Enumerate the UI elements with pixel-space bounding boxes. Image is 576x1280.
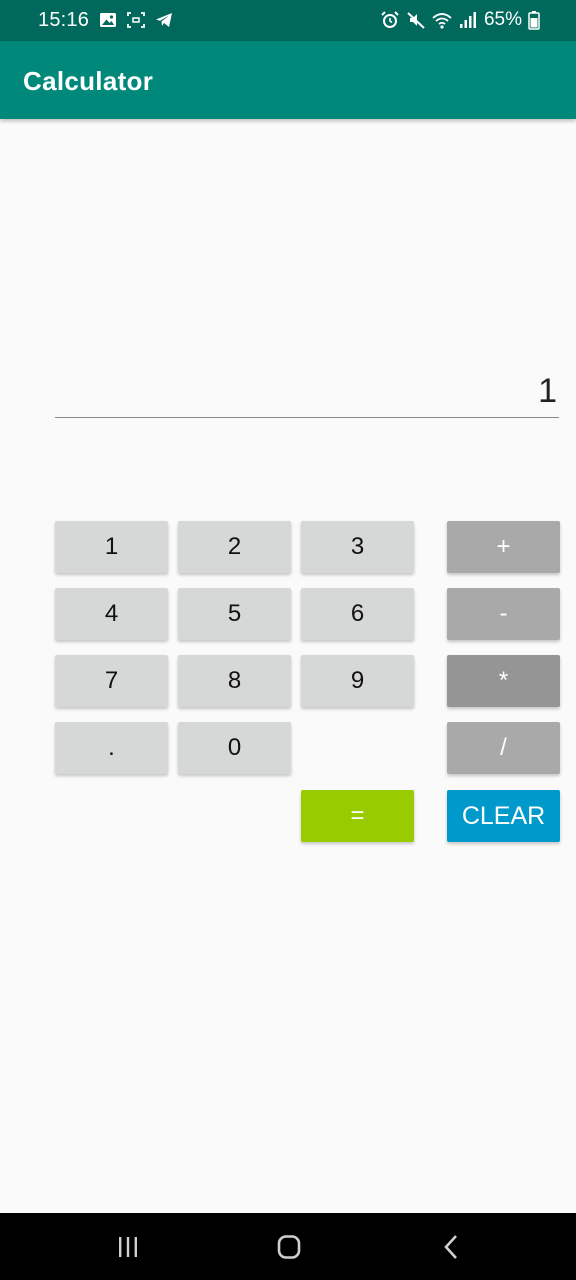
battery-icon: [528, 11, 540, 30]
recents-icon[interactable]: [113, 1233, 143, 1261]
telegram-icon: [156, 13, 172, 27]
app-title: Calculator: [23, 66, 154, 96]
display-value: 1: [538, 372, 557, 410]
battery-percent: 65%: [483, 9, 522, 30]
status-bar: 15:16 65%: [0, 0, 576, 41]
key-6-button[interactable]: 6: [301, 588, 414, 640]
mute-icon: [407, 12, 425, 29]
navigation-bar: [0, 1213, 576, 1280]
status-left-icons: [98, 10, 174, 30]
key-7-button[interactable]: 7: [55, 655, 168, 707]
multiply-button[interactable]: *: [447, 655, 560, 707]
image-icon: [100, 13, 116, 27]
wifi-icon: [432, 13, 452, 29]
key-9-button[interactable]: 9: [301, 655, 414, 707]
key-8-button[interactable]: 8: [178, 655, 291, 707]
key-4-button[interactable]: 4: [55, 588, 168, 640]
alarm-icon: [381, 11, 399, 28]
home-icon[interactable]: [274, 1233, 304, 1261]
minus-button[interactable]: -: [447, 588, 560, 640]
app-bar: Calculator: [0, 41, 576, 119]
clear-button[interactable]: CLEAR: [447, 790, 560, 842]
result-display[interactable]: 1: [55, 360, 559, 418]
key-1-button[interactable]: 1: [55, 521, 168, 573]
status-right-icons: 65%: [380, 9, 540, 31]
status-time: 15:16: [38, 9, 90, 31]
key-5-button[interactable]: 5: [178, 588, 291, 640]
divide-button[interactable]: /: [447, 722, 560, 774]
screenshot-icon: [127, 12, 145, 28]
key-0-button[interactable]: 0: [178, 722, 291, 774]
key-3-button[interactable]: 3: [301, 521, 414, 573]
key-2-button[interactable]: 2: [178, 521, 291, 573]
equals-button[interactable]: =: [301, 790, 414, 842]
decimal-point-button[interactable]: .: [55, 722, 168, 774]
plus-button[interactable]: +: [447, 521, 560, 573]
back-icon[interactable]: [436, 1233, 466, 1261]
signal-icon: [459, 12, 476, 28]
